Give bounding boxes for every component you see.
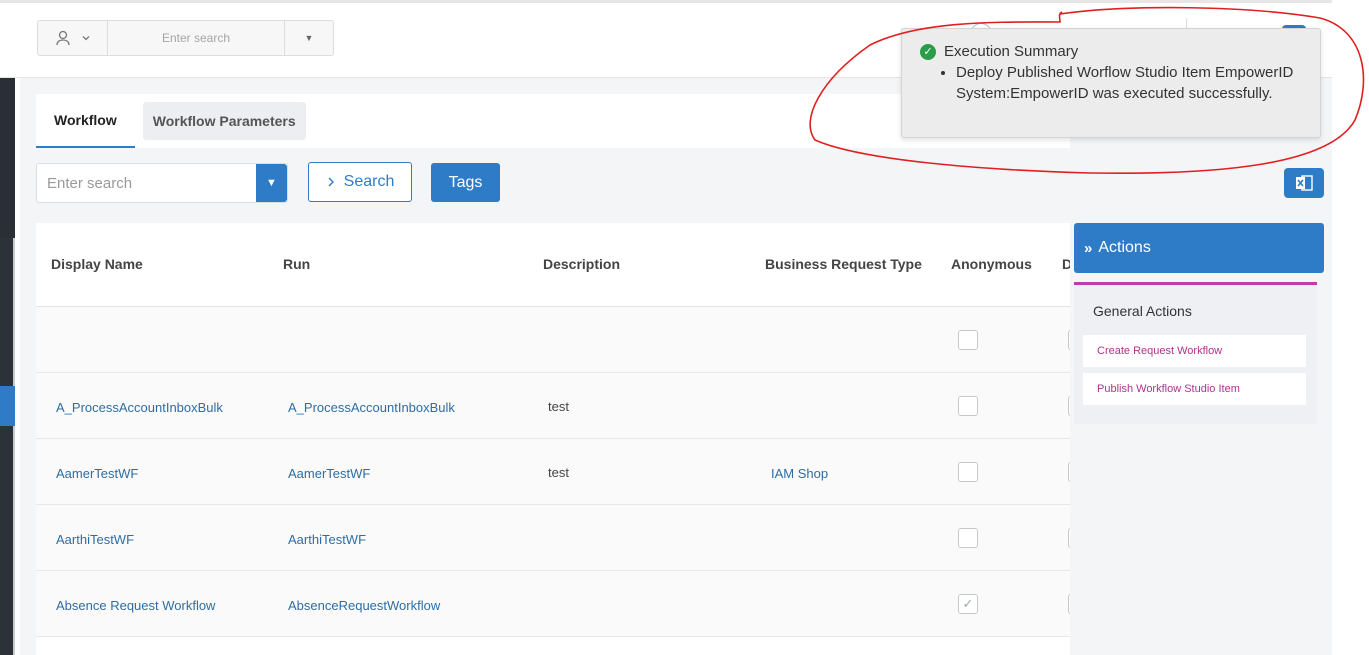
run-link[interactable]: AbsenceRequestWorkflow [288,598,440,613]
table-row: Absence Request Workflow AbsenceRequestW… [36,571,1070,637]
success-check-icon: ✓ [920,43,936,60]
grid-search-input[interactable] [37,164,256,202]
column-header-business-request-type[interactable]: Business Request Type [765,256,922,272]
toast-message: Deploy Published Worflow Studio Item Emp… [956,63,1298,104]
display-name-link[interactable]: A_ProcessAccountInboxBulk [56,400,223,415]
chevron-down-icon [82,36,89,41]
search-button-label: Search [343,173,395,190]
column-header-run[interactable]: Run [283,256,310,272]
global-search-input[interactable]: Enter search [108,21,285,55]
grid-header: Display Name Run Description Business Re… [36,223,1070,307]
create-request-workflow-link[interactable]: Create Request Workflow [1083,335,1306,367]
export-excel-button[interactable] [1284,168,1324,198]
workflow-grid: Display Name Run Description Business Re… [36,223,1070,655]
table-row: AarthiTestWF AarthiTestWF [36,505,1070,571]
truncated-checkbox[interactable] [1068,396,1070,416]
table-row [36,307,1070,373]
excel-icon [1296,175,1313,191]
table-row: AamerTestWF AamerTestWF test IAM Shop [36,439,1070,505]
execution-summary-toast[interactable]: ✓ Execution Summary Deploy Published Wor… [901,28,1321,138]
anonymous-checkbox[interactable] [958,330,978,350]
column-header-truncated[interactable]: D [1062,256,1070,272]
user-icon [55,30,70,46]
truncated-checkbox[interactable] [1068,594,1070,614]
actions-panel-body: General Actions Create Request Workflow … [1074,282,1317,424]
nav-rail-active-item[interactable] [0,386,15,426]
general-actions-title: General Actions [1093,303,1192,319]
business-request-type-link[interactable]: IAM Shop [771,466,828,481]
description-cell: test [548,465,569,480]
display-name-link[interactable]: Absence Request Workflow [56,598,215,613]
caret-down-icon: ▼ [304,33,314,43]
double-chevron-right-icon: » [1084,239,1093,257]
chevron-right-icon [328,177,334,187]
column-header-description[interactable]: Description [543,256,620,272]
column-header-display-name[interactable]: Display Name [51,256,143,272]
table-row: A_ProcessAccountInboxBulk A_ProcessAccou… [36,373,1070,439]
checkmark-icon: ✓ [962,596,974,611]
anonymous-checkbox[interactable] [958,528,978,548]
run-link[interactable]: AamerTestWF [288,466,370,481]
toast-message-list: Deploy Published Worflow Studio Item Emp… [938,63,1298,104]
grid-search-dropdown[interactable]: ▼ [256,164,287,202]
toast-title-text: Execution Summary [944,43,1079,60]
anonymous-checkbox[interactable] [958,396,978,416]
nav-rail-top [0,78,15,238]
display-name-link[interactable]: AamerTestWF [56,466,138,481]
search-button[interactable]: Search [308,162,412,202]
run-link[interactable]: AarthiTestWF [288,532,366,547]
actions-title: Actions [1098,239,1151,256]
publish-workflow-studio-item-link[interactable]: Publish Workflow Studio Item [1083,373,1306,405]
display-name-link[interactable]: AarthiTestWF [56,532,134,547]
nav-rail-separator [13,238,15,655]
truncated-checkbox[interactable] [1068,462,1070,482]
user-scope-selector[interactable] [38,21,108,55]
run-link[interactable]: A_ProcessAccountInboxBulk [288,400,455,415]
tab-workflow[interactable]: Workflow [36,94,135,148]
left-nav-rail [0,78,15,655]
global-search-dropdown[interactable]: ▼ [285,21,333,55]
tags-button[interactable]: Tags [431,163,500,202]
grid-search: ▼ [36,163,288,203]
global-search: Enter search ▼ [37,20,334,56]
truncated-checkbox[interactable] [1068,330,1070,350]
toast-title: ✓ Execution Summary [920,43,1078,60]
actions-panel-header[interactable]: » Actions [1074,223,1324,273]
description-cell: test [548,399,569,414]
tab-workflow-parameters[interactable]: Workflow Parameters [142,102,306,140]
truncated-checkbox[interactable] [1068,528,1070,548]
column-header-anonymous[interactable]: Anonymous [951,256,1032,272]
anonymous-checkbox[interactable] [958,462,978,482]
anonymous-checkbox-checked[interactable]: ✓ [958,594,978,614]
caret-down-icon: ▼ [266,177,277,189]
